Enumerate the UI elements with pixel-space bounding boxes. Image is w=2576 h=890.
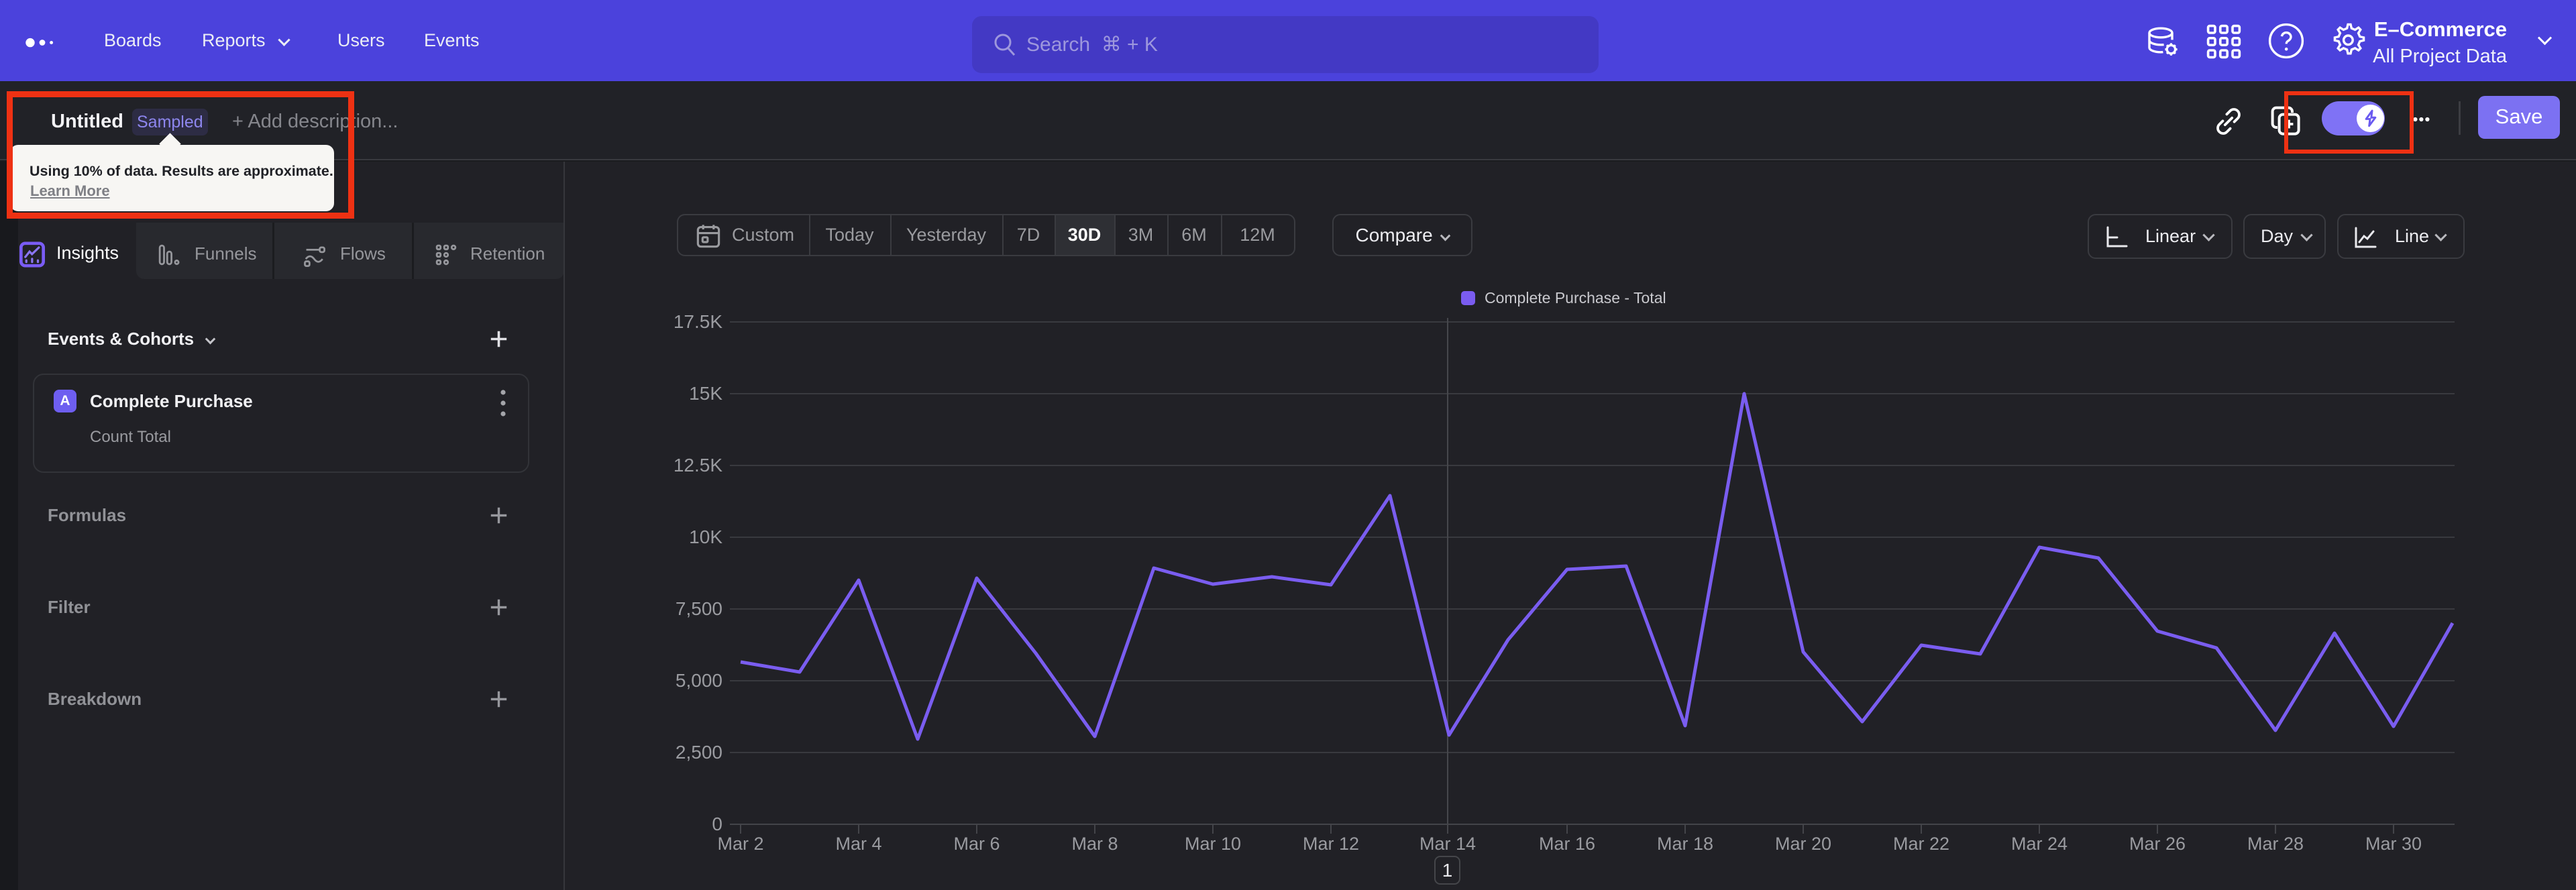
svg-text:12.5K: 12.5K: [674, 455, 722, 476]
svg-text:Mar 30: Mar 30: [2365, 834, 2422, 854]
svg-text:Mar 28: Mar 28: [2247, 834, 2304, 854]
svg-text:Mar 12: Mar 12: [1303, 834, 1359, 854]
svg-text:Mar 14: Mar 14: [1419, 834, 1476, 854]
svg-text:Mar 2: Mar 2: [717, 834, 763, 854]
svg-text:2,500: 2,500: [676, 742, 722, 763]
svg-text:Mar 26: Mar 26: [2129, 834, 2186, 854]
svg-text:Mar 10: Mar 10: [1185, 834, 1241, 854]
svg-text:10K: 10K: [689, 526, 722, 547]
svg-text:0: 0: [712, 814, 722, 834]
svg-text:Mar 20: Mar 20: [1775, 834, 1831, 854]
svg-text:Mar 24: Mar 24: [2011, 834, 2068, 854]
svg-text:Mar 16: Mar 16: [1539, 834, 1595, 854]
svg-text:Mar 4: Mar 4: [835, 834, 881, 854]
svg-text:Mar 22: Mar 22: [1893, 834, 1949, 854]
svg-text:15K: 15K: [689, 383, 722, 404]
svg-text:5,000: 5,000: [676, 670, 722, 691]
svg-text:Mar 6: Mar 6: [953, 834, 1000, 854]
svg-text:7,500: 7,500: [676, 598, 722, 619]
svg-text:17.5K: 17.5K: [674, 311, 722, 332]
svg-text:Mar 18: Mar 18: [1657, 834, 1713, 854]
svg-text:Mar 8: Mar 8: [1071, 834, 1118, 854]
